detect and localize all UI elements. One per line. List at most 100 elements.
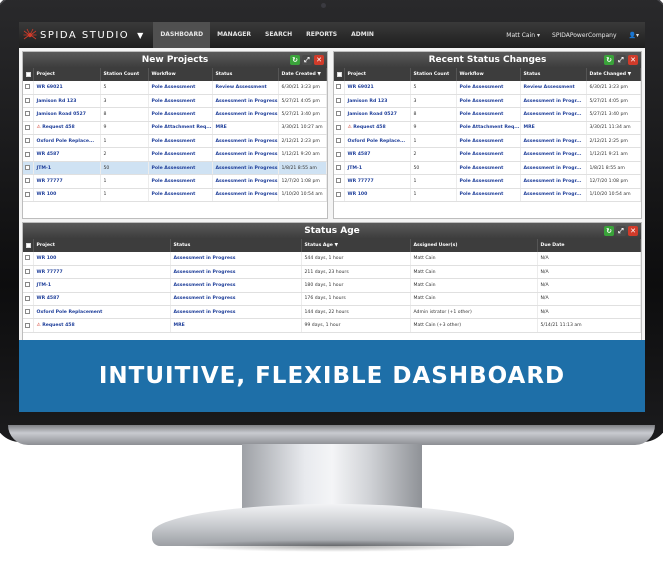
table-cell[interactable]: Pole Assessment bbox=[456, 134, 521, 149]
table-cell[interactable]: Pole Assessment bbox=[456, 147, 521, 162]
row-checkbox[interactable] bbox=[25, 151, 30, 157]
row-checkbox-cell[interactable] bbox=[23, 252, 34, 266]
table-cell[interactable]: Jamison Road 0527 bbox=[344, 107, 411, 122]
row-checkbox[interactable] bbox=[336, 84, 341, 90]
table-cell[interactable]: Pole Assessment bbox=[148, 174, 213, 189]
table-row[interactable]: WR 100 1 Pole Assessment Assessment in Prog… bbox=[23, 188, 327, 203]
column-header[interactable]: Status Age ▼ bbox=[301, 239, 411, 252]
table-cell[interactable]: Assessment in Progress bbox=[212, 134, 279, 149]
table-cell[interactable]: Jamison Road 0527 bbox=[33, 107, 101, 122]
row-checkbox[interactable] bbox=[25, 269, 30, 275]
column-header[interactable]: Station Count bbox=[410, 68, 457, 81]
close-icon[interactable]: ✕ bbox=[628, 55, 638, 65]
column-header[interactable]: Workflow bbox=[148, 68, 213, 81]
table-cell[interactable]: ⚠ Request 458 bbox=[344, 121, 411, 136]
row-checkbox[interactable] bbox=[25, 322, 30, 328]
row-checkbox[interactable] bbox=[336, 138, 341, 144]
table-cell[interactable]: Jamison Rd 123 bbox=[344, 94, 411, 109]
row-checkbox-cell[interactable] bbox=[23, 188, 34, 203]
table-row[interactable]: WR 4587 2 Pole Assessment Assessment in Pro… bbox=[23, 147, 327, 162]
row-checkbox[interactable] bbox=[336, 178, 341, 184]
sort-desc-icon[interactable]: ▼ bbox=[333, 243, 338, 248]
row-checkbox-cell[interactable] bbox=[334, 147, 345, 162]
table-cell[interactable]: Assessment in Progr... bbox=[520, 94, 587, 109]
row-checkbox[interactable] bbox=[25, 309, 30, 315]
table-row[interactable]: WR 4587 2 Pole Assessment Assessment in Pro… bbox=[334, 147, 641, 162]
sort-desc-icon[interactable]: ▼ bbox=[316, 72, 321, 77]
column-header[interactable]: Station Count bbox=[100, 68, 149, 81]
table-row[interactable]: WR 77777 Assessment in Progress 211 days, … bbox=[23, 265, 641, 280]
table-row[interactable]: ⚠ Request 458 MRE 99 days, 1 hour Matt Cain… bbox=[23, 318, 641, 333]
row-checkbox-cell[interactable] bbox=[23, 161, 34, 176]
row-checkbox-cell[interactable] bbox=[334, 94, 345, 109]
table-cell[interactable]: Pole Attachment Req... bbox=[456, 121, 521, 136]
company-name[interactable]: SPIDAPowerCompany bbox=[546, 32, 623, 39]
table-cell[interactable]: WR 4587 bbox=[33, 147, 101, 162]
user-menu[interactable]: Matt Cain ▾ bbox=[500, 32, 546, 39]
table-row[interactable]: WR 100 1 Pole Assessment Assessment in Prog… bbox=[334, 188, 641, 203]
row-checkbox-cell[interactable] bbox=[334, 81, 345, 95]
table-row[interactable]: JTM-1 50 Pole Assessment Assessment in Prog… bbox=[23, 161, 327, 176]
table-cell[interactable]: WR 77777 bbox=[33, 265, 171, 280]
table-cell[interactable]: Assessment in Progress bbox=[212, 94, 279, 109]
sort-desc-icon[interactable]: ▼ bbox=[626, 72, 632, 77]
row-checkbox[interactable] bbox=[25, 98, 30, 104]
row-checkbox[interactable] bbox=[336, 98, 341, 104]
table-row[interactable]: Oxford Pole Replacement Assessment in Pro… bbox=[23, 305, 641, 320]
row-checkbox-cell[interactable] bbox=[23, 134, 34, 149]
column-header[interactable]: Date Changed ▼ bbox=[586, 68, 641, 81]
table-row[interactable]: WR 77777 1 Pole Assessment Assessment in Pr… bbox=[334, 174, 641, 189]
table-row[interactable]: WR 69021 5 Pole Assessment Review Assessmen… bbox=[334, 81, 641, 95]
close-icon[interactable]: ✕ bbox=[314, 55, 324, 65]
row-checkbox[interactable] bbox=[25, 255, 30, 261]
row-checkbox-cell[interactable] bbox=[23, 174, 34, 189]
table-row[interactable]: JTM-1 Assessment in Progress 180 days, 1 h… bbox=[23, 278, 641, 293]
nav-dashboard[interactable]: DASHBOARD bbox=[153, 22, 211, 48]
nav-admin[interactable]: ADMIN bbox=[344, 22, 381, 48]
table-cell[interactable]: Oxford Pole Replace... bbox=[33, 134, 101, 149]
row-checkbox[interactable] bbox=[25, 178, 30, 184]
select-all-checkbox[interactable] bbox=[337, 71, 342, 77]
row-checkbox-cell[interactable] bbox=[334, 174, 345, 189]
table-cell[interactable]: Pole Assessment bbox=[148, 81, 213, 95]
row-checkbox[interactable] bbox=[336, 124, 341, 130]
table-row[interactable]: ⚠ Request 458 9 Pole Attachment Req... MRE 3… bbox=[23, 121, 327, 136]
table-cell[interactable]: Pole Assessment bbox=[148, 107, 213, 122]
row-checkbox[interactable] bbox=[25, 138, 30, 144]
table-cell[interactable]: Assessment in Progress bbox=[212, 161, 279, 176]
table-cell[interactable]: Pole Assessment bbox=[456, 107, 521, 122]
column-header[interactable]: Project bbox=[344, 68, 411, 81]
table-cell[interactable]: JTM-1 bbox=[33, 278, 171, 293]
row-checkbox-cell[interactable] bbox=[334, 161, 345, 176]
table-cell[interactable]: Oxford Pole Replacement bbox=[33, 305, 171, 320]
row-checkbox-cell[interactable] bbox=[23, 305, 34, 320]
chevron-down-icon[interactable]: ▼ bbox=[137, 31, 143, 40]
table-cell[interactable]: Assessment in Progress bbox=[170, 305, 302, 320]
table-cell[interactable]: WR 100 bbox=[344, 188, 411, 203]
row-checkbox[interactable] bbox=[336, 111, 341, 117]
table-row[interactable]: Oxford Pole Replace... 1 Pole Assessment As… bbox=[334, 134, 641, 149]
row-checkbox-cell[interactable] bbox=[23, 278, 34, 293]
table-row[interactable]: WR 100 Assessment in Progress 544 days, 1 … bbox=[23, 252, 641, 266]
table-cell[interactable]: Assessment in Progr... bbox=[520, 174, 587, 189]
table-cell[interactable]: WR 69021 bbox=[33, 81, 101, 95]
table-cell[interactable]: MRE bbox=[520, 121, 587, 136]
expand-icon[interactable]: ⤢ bbox=[616, 55, 626, 65]
column-header[interactable]: Project bbox=[33, 239, 171, 252]
table-cell[interactable]: Pole Assessment bbox=[148, 94, 213, 109]
select-all-header[interactable] bbox=[23, 68, 34, 81]
table-cell[interactable]: Pole Assessment bbox=[456, 188, 521, 203]
row-checkbox-cell[interactable] bbox=[23, 318, 34, 333]
table-cell[interactable]: Pole Assessment bbox=[456, 81, 521, 95]
nav-reports[interactable]: REPORTS bbox=[299, 22, 344, 48]
row-checkbox-cell[interactable] bbox=[23, 107, 34, 122]
table-cell[interactable]: Assessment in Progress bbox=[212, 147, 279, 162]
row-checkbox[interactable] bbox=[25, 295, 30, 301]
table-cell[interactable]: Pole Assessment bbox=[456, 94, 521, 109]
table-cell[interactable]: WR 100 bbox=[33, 252, 171, 266]
table-row[interactable]: JTM-1 50 Pole Assessment Assessment in Prog… bbox=[334, 161, 641, 176]
expand-icon[interactable]: ⤢ bbox=[302, 55, 312, 65]
row-checkbox-cell[interactable] bbox=[23, 81, 34, 95]
table-cell[interactable]: JTM-1 bbox=[33, 161, 101, 176]
table-cell[interactable]: Pole Assessment bbox=[148, 147, 213, 162]
